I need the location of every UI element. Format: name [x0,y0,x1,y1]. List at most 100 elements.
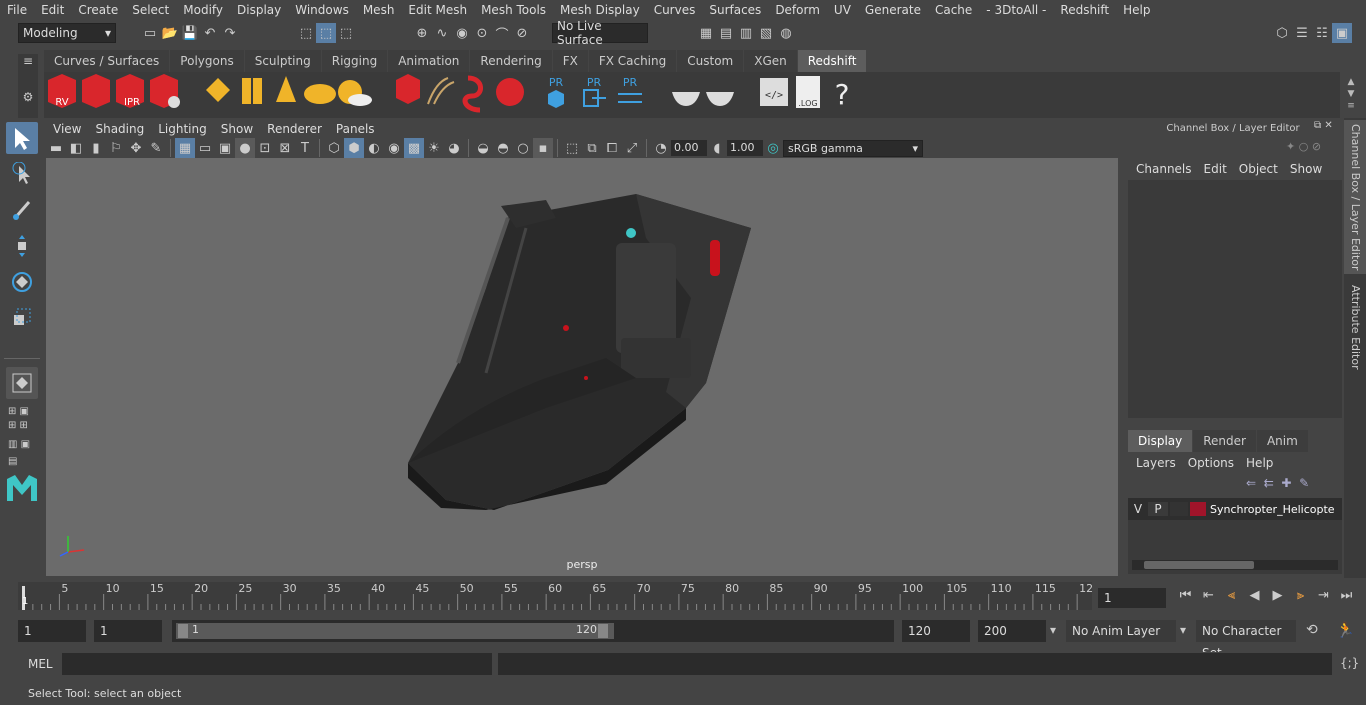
select-object-icon[interactable]: ⬚ [316,23,336,43]
go-to-end-icon[interactable]: ⏭ [1335,588,1358,603]
step-back-frame-icon[interactable]: ⫷ [1220,588,1243,603]
tab-fx-caching[interactable]: FX Caching [588,50,677,72]
viewport-menu-shading[interactable]: Shading [88,120,151,138]
command-input[interactable] [62,653,492,675]
animation-end-field[interactable]: 200 [978,620,1046,642]
lights-icon[interactable]: ▩ [404,138,424,158]
layer-tab-render[interactable]: Render [1193,430,1256,452]
textured-icon[interactable]: ◉ [384,138,404,158]
time-slider[interactable]: 5 10 15 20 25 30 35 40 45 50 55 60 65 70 75 80 85 90 95 100… [18,582,1093,610]
snap-curve-icon[interactable]: ∿ [432,23,452,43]
character-set-field[interactable]: No Character Set [1196,620,1296,660]
chevron-down-icon[interactable]: ▾ [1180,623,1186,637]
material-bowl-icon[interactable] [672,92,700,106]
range-slider-track[interactable] [176,623,614,639]
attribute-icon[interactable]: ☷ [1312,23,1332,43]
layout-rows-icon[interactable]: ▤ [8,456,36,467]
anim-prefs-icon[interactable]: 🏃 [1336,621,1355,639]
tab-attribute-editor[interactable]: Attribute Editor [1344,282,1366,372]
script-editor-icon[interactable]: </> [760,78,788,106]
shadows-icon[interactable]: ☀ [424,138,444,158]
menu-edit[interactable]: Edit [34,0,71,20]
menu-surfaces[interactable]: Surfaces [702,0,768,20]
field-chart-icon[interactable]: ⊡ [255,138,275,158]
safe-title-icon[interactable]: T [295,138,315,158]
render-view-icon[interactable]: ▧ [756,23,776,43]
tab-rigging[interactable]: Rigging [321,50,388,72]
xray-joints-icon[interactable]: ⧉ [582,138,602,158]
render-frame-icon[interactable]: ▤ [716,23,736,43]
pr-swap-icon[interactable]: PR [618,76,642,103]
playback-end-field[interactable]: 120 [902,620,970,642]
pr-export-icon[interactable]: PR [583,76,606,107]
redshift-sphere-icon[interactable] [496,78,524,106]
tab-custom[interactable]: Custom [677,50,744,72]
layer-color-swatch[interactable] [1190,502,1206,516]
shelf-scroll[interactable]: ▲ ▼ ≡ [1344,76,1358,112]
layer-menu-options[interactable]: Options [1182,456,1240,470]
open-scene-icon[interactable]: 📂 [160,23,180,43]
resolution-gate-icon[interactable]: ▣ [215,138,235,158]
new-scene-icon[interactable]: ▭ [140,23,160,43]
panel-float-icon[interactable]: ⧉ ✕ [1314,120,1333,131]
move-tool[interactable] [6,230,38,262]
grease-pencil-icon[interactable]: ✎ [146,138,166,158]
layer-playback-toggle[interactable]: P [1148,502,1168,516]
wireframe-on-shaded-icon[interactable]: ◐ [364,138,384,158]
range-slider[interactable]: 1 120 [172,620,894,642]
ambient-occlusion-icon[interactable]: ◕ [444,138,464,158]
xray-active-icon[interactable]: ⧠ [602,138,622,158]
menu-deform[interactable]: Deform [768,0,827,20]
scale-tool[interactable] [6,302,38,334]
play-forward-icon[interactable]: ▶ [1266,588,1289,603]
snap-view-icon[interactable]: ⊙ [472,23,492,43]
motion-blur-icon[interactable]: ◒ [473,138,493,158]
menu-generate[interactable]: Generate [858,0,928,20]
tab-xgen[interactable]: XGen [744,50,797,72]
menu-modify[interactable]: Modify [176,0,230,20]
tab-fx[interactable]: FX [552,50,588,72]
redo-icon[interactable]: ↷ [220,23,240,43]
channel-box-icon[interactable]: ▣ [1332,23,1352,43]
grid-icon[interactable]: ▦ [175,138,195,158]
menu-cache[interactable]: Cache [928,0,979,20]
hypershade-icon[interactable]: ◍ [776,23,796,43]
viewport-menu-lighting[interactable]: Lighting [151,120,214,138]
3d-viewport[interactable]: persp [46,158,1118,576]
menu-redshift[interactable]: Redshift [1053,0,1116,20]
channel-settings-icon[interactable]: ⊘ [1312,140,1321,153]
snap-grid-icon[interactable]: ⊕ [412,23,432,43]
viewport-menu-view[interactable]: View [46,120,88,138]
layout-columns-icon[interactable]: ▥ ▣ [8,439,36,450]
playback-start-field[interactable]: 1 [94,620,162,642]
tab-animation[interactable]: Animation [388,50,470,72]
mode-selector[interactable]: Modeling ▾ [18,23,116,43]
colorspace-selector[interactable]: sRGB gamma ▾ [783,139,923,157]
menu-3dtoall[interactable]: - 3DtoAll - [979,0,1053,20]
camera-select-icon[interactable]: ▬ [46,138,66,158]
menu-mesh-tools[interactable]: Mesh Tools [474,0,553,20]
menu-edit-mesh[interactable]: Edit Mesh [401,0,474,20]
layer-tab-anim[interactable]: Anim [1256,430,1308,452]
range-end-handle[interactable] [598,624,608,638]
play-backward-icon[interactable]: ◀ [1243,588,1266,603]
layout-single-icon[interactable]: ⊞ ▣ ⊞ ⊞ [8,405,36,433]
menu-display[interactable]: Display [230,0,288,20]
channel-menu-channels[interactable]: Channels [1130,162,1198,176]
layer-menu-help[interactable]: Help [1240,456,1279,470]
new-layer-selected-icon[interactable]: ✎ [1299,476,1309,490]
chevron-down-icon[interactable]: ▾ [1050,623,1056,637]
script-language-label[interactable]: MEL [28,657,53,671]
snap-surface-icon[interactable]: ⌒ [492,23,512,43]
tab-channel-box[interactable]: Channel Box / Layer Editor [1344,120,1366,274]
layer-tab-display[interactable]: Display [1128,430,1193,452]
menu-create[interactable]: Create [71,0,125,20]
menu-mesh-display[interactable]: Mesh Display [553,0,647,20]
lock-icon[interactable]: ○ [1299,140,1309,153]
go-to-start-icon[interactable]: ⏮ [1174,588,1197,603]
menu-windows[interactable]: Windows [288,0,356,20]
bookmark-icon[interactable]: ▮ [86,138,106,158]
select-component-icon[interactable]: ⬚ [336,23,356,43]
isolate-select-icon[interactable]: ⬚ [562,138,582,158]
rotate-tool[interactable] [6,266,38,298]
